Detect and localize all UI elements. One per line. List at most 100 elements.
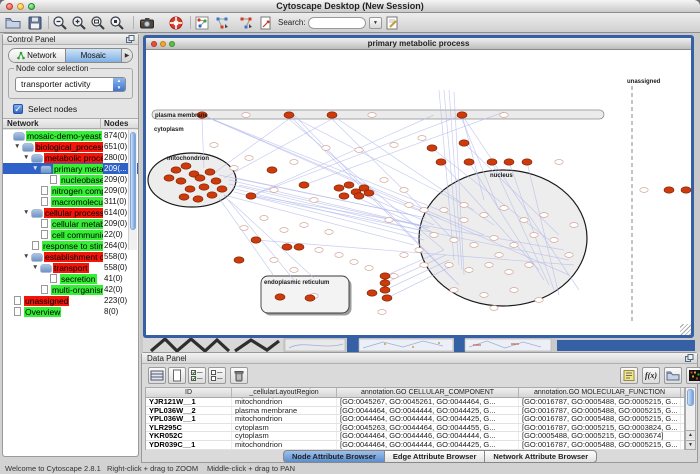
graph-edge[interactable] bbox=[202, 115, 484, 235]
graph-node-small[interactable] bbox=[485, 263, 493, 268]
graph-node[interactable] bbox=[207, 192, 217, 198]
tree-expand-arrow[interactable]: ▼ bbox=[23, 154, 29, 161]
graph-node-small[interactable] bbox=[500, 113, 508, 118]
graph-node[interactable] bbox=[354, 193, 364, 199]
graph-node[interactable] bbox=[380, 280, 390, 286]
tree-expand-arrow[interactable]: ▼ bbox=[32, 264, 38, 271]
graph-node-small[interactable] bbox=[290, 160, 298, 165]
graph-node-small[interactable] bbox=[535, 298, 543, 303]
scroll-down-icon[interactable]: ▼ bbox=[686, 440, 695, 449]
graph-node[interactable] bbox=[459, 140, 469, 146]
frame-close-button[interactable] bbox=[151, 41, 157, 47]
tree-row-biological-process[interactable]: ▼biological_process651(0) bbox=[3, 141, 128, 152]
graph-node[interactable] bbox=[185, 186, 195, 192]
zoom-fit-icon[interactable] bbox=[90, 15, 107, 31]
tree-expand-arrow[interactable]: ▼ bbox=[14, 143, 20, 150]
graph-edge[interactable] bbox=[219, 198, 274, 276]
graph-node[interactable] bbox=[522, 159, 532, 165]
tree-row-response-to-stimulu[interactable]: response to stimulu264(0) bbox=[3, 240, 128, 251]
graph-node-small[interactable] bbox=[510, 288, 518, 293]
graph-node[interactable] bbox=[193, 196, 203, 202]
tree-expand-arrow[interactable]: ▼ bbox=[23, 253, 29, 260]
tree-expand-arrow[interactable]: ▼ bbox=[23, 209, 29, 216]
graph-node[interactable] bbox=[211, 178, 221, 184]
table-scrollbar-thumb[interactable] bbox=[687, 389, 694, 406]
tab-node-attribute-browser[interactable]: Node Attribute Browser bbox=[283, 450, 385, 463]
attribute-notes-icon[interactable] bbox=[620, 367, 638, 384]
graph-node[interactable] bbox=[299, 182, 309, 188]
graph-node-small[interactable] bbox=[418, 136, 426, 141]
graph-node[interactable] bbox=[339, 193, 349, 199]
search-input[interactable] bbox=[309, 24, 365, 34]
graph-node-small[interactable] bbox=[520, 218, 528, 223]
tree-header-nodes[interactable]: Nodes bbox=[104, 119, 128, 129]
graph-node-small[interactable] bbox=[480, 293, 488, 298]
open-icon[interactable] bbox=[5, 15, 22, 31]
layout-1-icon[interactable] bbox=[214, 15, 231, 31]
graph-node[interactable] bbox=[382, 295, 392, 301]
network-view-titlebar[interactable]: primary metabolic process bbox=[146, 38, 691, 50]
graph-node-small[interactable] bbox=[270, 188, 278, 193]
unselect-attributes-icon[interactable] bbox=[208, 367, 226, 384]
graph-node[interactable] bbox=[179, 194, 189, 200]
graph-node-small[interactable] bbox=[430, 233, 438, 238]
float-panel-icon[interactable] bbox=[126, 35, 135, 44]
new-attribute-icon[interactable] bbox=[168, 367, 186, 384]
graph-node[interactable] bbox=[664, 187, 674, 193]
zoom-out-icon[interactable] bbox=[52, 15, 69, 31]
graph-node-small[interactable] bbox=[300, 223, 308, 228]
tab-edge-attribute-browser[interactable]: Edge Attribute Browser bbox=[385, 450, 485, 463]
graph-node[interactable] bbox=[176, 178, 186, 184]
graph-node-small[interactable] bbox=[230, 166, 238, 171]
graph-node-small[interactable] bbox=[480, 213, 488, 218]
graph-node-small[interactable] bbox=[242, 113, 250, 118]
frame-minimize-button[interactable] bbox=[160, 41, 166, 47]
heatmap-icon[interactable] bbox=[686, 367, 700, 384]
graph-node-small[interactable] bbox=[490, 236, 498, 241]
graph-node[interactable] bbox=[487, 159, 497, 165]
graph-node-small[interactable] bbox=[385, 218, 393, 223]
column-header-annotation-go-molecular-function[interactable]: annotation.GO MOLECULAR_FUNCTION bbox=[519, 388, 681, 397]
tree-row-nucleobase[interactable]: nucleobase-209(0) bbox=[3, 174, 128, 185]
tree-row-secretion[interactable]: secretion41(0) bbox=[3, 273, 128, 284]
search-dropdown-icon[interactable]: ▼ bbox=[369, 17, 382, 29]
tree-row-primary-metabo[interactable]: ▼primary metabo209(... bbox=[3, 163, 138, 174]
graph-node[interactable] bbox=[267, 167, 277, 173]
graph-node[interactable] bbox=[305, 295, 315, 301]
graph-node[interactable] bbox=[294, 244, 304, 250]
layout-2-icon[interactable] bbox=[238, 15, 255, 31]
tree-scrollbar-thumb[interactable] bbox=[130, 132, 136, 230]
graph-node[interactable] bbox=[380, 287, 390, 293]
graph-node[interactable] bbox=[217, 186, 227, 192]
graph-node-small[interactable] bbox=[380, 178, 388, 183]
graph-node[interactable] bbox=[234, 257, 244, 263]
graph-node-small[interactable] bbox=[270, 258, 278, 263]
snapshot-icon[interactable] bbox=[139, 15, 156, 31]
column-header-id[interactable]: ID bbox=[146, 388, 232, 397]
graph-node[interactable] bbox=[246, 193, 256, 199]
background-windows-strip[interactable] bbox=[143, 338, 695, 352]
select-nodes-checkbox[interactable]: ✓ bbox=[13, 104, 23, 114]
vizmapper-icon[interactable] bbox=[194, 15, 211, 31]
graph-node-small[interactable] bbox=[210, 143, 218, 148]
tree-row-unassigned[interactable]: unassigned223(0) bbox=[3, 295, 128, 306]
graph-node[interactable] bbox=[181, 163, 191, 169]
table-row-yjr121w-1[interactable]: YJR121W__1mitochondrion[GO:0045267, GO:0… bbox=[146, 398, 684, 407]
graph-node-small[interactable] bbox=[280, 228, 288, 233]
table-row-ypl036w-2[interactable]: YPL036W__2plasma membrane[GO:0044464, GO… bbox=[146, 407, 684, 416]
tree-row-nitrogen-compo[interactable]: nitrogen compo209(0) bbox=[3, 185, 128, 196]
graph-node-small[interactable] bbox=[245, 156, 253, 161]
column-header-annotation-go-cellular-component[interactable]: annotation.GO CELLULAR_COMPONENT bbox=[337, 388, 519, 397]
table-row-ykr052c[interactable]: YKR052Ccytoplasm[GO:0044464, GO:0044446,… bbox=[146, 432, 684, 441]
graph-node-small[interactable] bbox=[322, 146, 330, 151]
graph-node-small[interactable] bbox=[420, 263, 428, 268]
graph-node-small[interactable] bbox=[465, 268, 473, 273]
graph-node-small[interactable] bbox=[470, 243, 478, 248]
graph-node-small[interactable] bbox=[405, 203, 413, 208]
graph-node[interactable] bbox=[364, 190, 374, 196]
graph-node-small[interactable] bbox=[525, 263, 533, 268]
graph-node[interactable] bbox=[195, 175, 205, 181]
node-color-attribute-select[interactable]: transporter activity ▲▼ bbox=[15, 77, 126, 92]
resize-grip[interactable] bbox=[680, 324, 691, 335]
scroll-up-icon[interactable]: ▲ bbox=[686, 430, 695, 439]
